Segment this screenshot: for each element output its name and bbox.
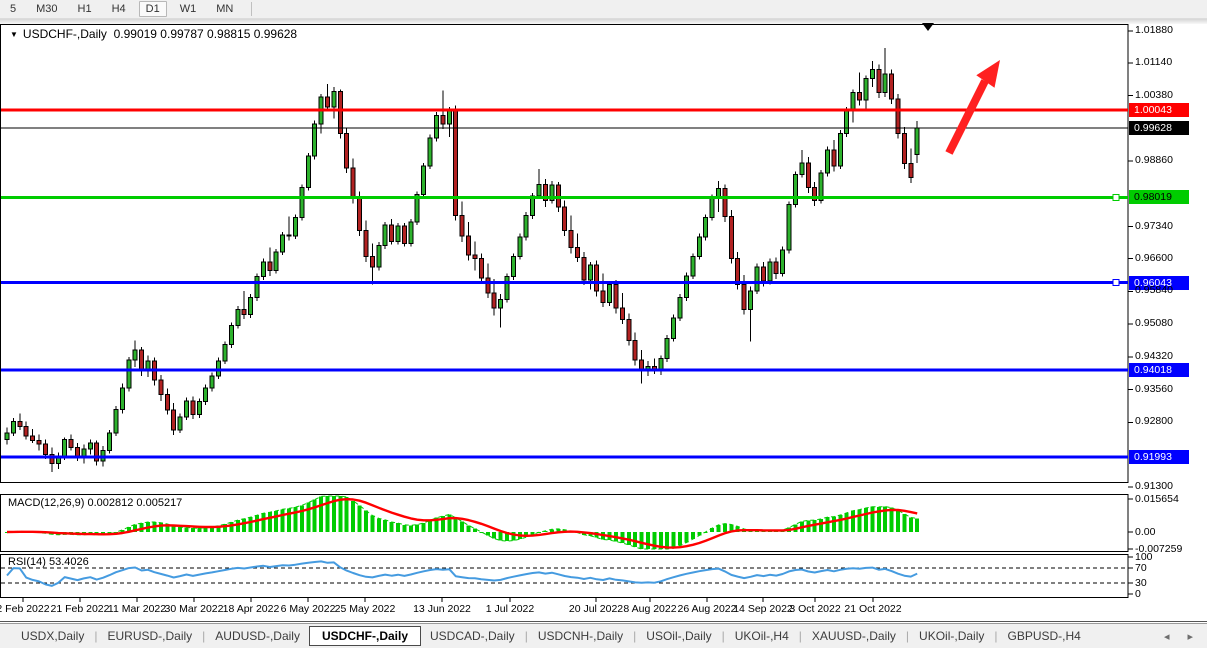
date-label-13-jun-2022: 13 Jun 2022 [413, 603, 471, 615]
chart-tab-bar: USDX,Daily|EURUSD-,Daily|AUDUSD-,DailyUS… [0, 623, 1207, 648]
tab-usdx-daily[interactable]: USDX,Daily [12, 627, 93, 645]
date-label-8-aug-2022: 8 Aug 2022 [623, 603, 676, 615]
date-label-26-aug-2022: 26 Aug 2022 [678, 603, 737, 615]
chart-ohlc-values: 0.99019 0.99787 0.98815 0.99628 [114, 27, 298, 41]
tab-ukoil-h4[interactable]: UKOil-,H4 [726, 627, 798, 645]
rsi-indicator-label: RSI(14) 53.4026 [8, 556, 89, 568]
tab-usdcnh-daily[interactable]: USDCNH-,Daily [529, 627, 632, 645]
price-badge-0.91993: 0.91993 [1129, 450, 1189, 464]
date-label-21-oct-2022: 21 Oct 2022 [844, 603, 901, 615]
rsi-tick-70: 70 [1135, 562, 1147, 575]
price-tick-0.95080: 0.95080 [1135, 317, 1173, 330]
price-tick-0.95840: 0.95840 [1135, 284, 1173, 297]
date-label-6-may-2022: 6 May 2022 [281, 603, 336, 615]
date-label-11-mar-2022: 11 Mar 2022 [108, 603, 166, 615]
date-label-18-apr-2022: 18 Apr 2022 [223, 603, 280, 615]
price-tick-0.94320: 0.94320 [1135, 350, 1173, 363]
price-tick-1.01880: 1.01880 [1135, 24, 1173, 37]
chart-symbol-label: USDCHF-,Daily [23, 27, 107, 41]
tab-usdcad-daily[interactable]: USDCAD-,Daily [421, 627, 524, 645]
date-label-14-sep-2022: 14 Sep 2022 [733, 603, 793, 615]
date-label-2-feb-2022: 2 Feb 2022 [0, 603, 50, 615]
price-tick-0.97340: 0.97340 [1135, 220, 1173, 233]
price-tick-0.92800: 0.92800 [1135, 415, 1173, 428]
date-label-20-jul-2022: 20 Jul 2022 [569, 603, 623, 615]
chart-canvas[interactable] [0, 0, 1207, 647]
price-badge-0.99628: 0.99628 [1129, 121, 1189, 135]
rsi-values: 53.4026 [49, 556, 89, 568]
price-tick-0.93560: 0.93560 [1135, 383, 1173, 396]
tab-eurusd-daily[interactable]: EURUSD-,Daily [98, 627, 201, 645]
tab-audusd-daily[interactable]: AUDUSD-,Daily [206, 627, 309, 645]
tab-gbpusd-h4[interactable]: GBPUSD-,H4 [999, 627, 1090, 645]
price-badge-1.00043: 1.00043 [1129, 103, 1189, 117]
date-label-25-may-2022: 25 May 2022 [335, 603, 396, 615]
macd-name: MACD(12,26,9) [8, 497, 84, 509]
tab-ukoil-daily[interactable]: UKOil-,Daily [910, 627, 993, 645]
date-label-21-feb-2022: 21 Feb 2022 [51, 603, 110, 615]
price-badge-0.98019: 0.98019 [1129, 190, 1189, 204]
date-label-30-mar-2022: 30 Mar 2022 [165, 603, 224, 615]
date-label-3-oct-2022: 3 Oct 2022 [789, 603, 840, 615]
tab-usdchf-daily[interactable]: USDCHF-,Daily [309, 626, 421, 646]
macd-indicator-label: MACD(12,26,9) 0.002812 0.005217 [8, 497, 182, 509]
price-tick-0.98860: 0.98860 [1135, 154, 1173, 167]
tab-xauusd-daily[interactable]: XAUUSD-,Daily [803, 627, 905, 645]
macd-tick-0.015654: 0.015654 [1135, 493, 1179, 506]
macd-values: 0.002812 0.005217 [87, 497, 182, 509]
chart-title: ▼ USDCHF-,Daily 0.99019 0.99787 0.98815 0… [10, 27, 297, 41]
tab-scroll-controls: ◂ ▸ [1164, 624, 1193, 648]
price-tick-1.00380: 1.00380 [1135, 89, 1173, 102]
price-tick-0.96600: 0.96600 [1135, 252, 1173, 265]
chart-tabs: USDX,Daily|EURUSD-,Daily|AUDUSD-,DailyUS… [12, 624, 1090, 648]
price-badge-0.94018: 0.94018 [1129, 363, 1189, 377]
tab-scroll-right-icon[interactable]: ▸ [1187, 630, 1193, 643]
date-label-1-jul-2022: 1 Jul 2022 [486, 603, 534, 615]
chart-dropdown-icon[interactable]: ▼ [10, 30, 18, 39]
tab-scroll-left-icon[interactable]: ◂ [1164, 630, 1170, 643]
tab-usoil-daily[interactable]: USOil-,Daily [637, 627, 720, 645]
rsi-tick-0: 0 [1135, 588, 1141, 601]
price-tick-1.01140: 1.01140 [1135, 56, 1172, 69]
price-tick-0.91300: 0.91300 [1135, 480, 1173, 493]
macd-tick-0.00: 0.00 [1135, 526, 1155, 539]
rsi-name: RSI(14) [8, 556, 46, 568]
